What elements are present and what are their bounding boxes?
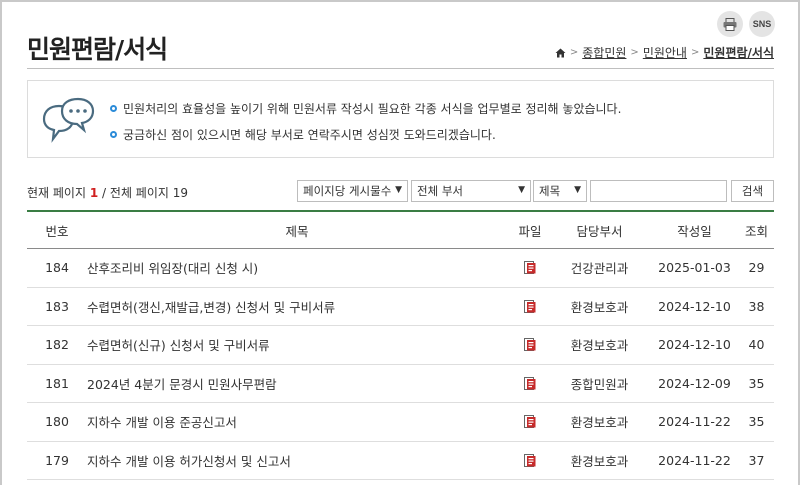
breadcrumb-item-general-civil[interactable]: 종합민원	[582, 44, 626, 61]
title-divider	[27, 68, 774, 69]
row-title: 수렵면허(갱신,재발급,변경) 신청서 및 구비서류	[87, 288, 507, 326]
row-no: 184	[45, 260, 69, 276]
attachment-file-icon[interactable]	[524, 299, 536, 313]
search-button[interactable]: 검색	[731, 180, 774, 202]
speech-bubbles-icon	[42, 97, 95, 143]
row-views: 29	[748, 260, 765, 276]
row-title-link[interactable]: 수렵면허(신규) 신청서 및 구비서류	[87, 335, 270, 354]
chevron-right-icon: >	[569, 47, 579, 58]
header-dept: 담당부서	[576, 223, 623, 239]
print-button[interactable]	[717, 11, 743, 37]
table-row: 182 수렵면허(신규) 신청서 및 구비서류 환경보호과 2024-12-10…	[27, 326, 774, 365]
row-no: 180	[45, 414, 69, 430]
row-no: 179	[45, 452, 69, 468]
board-table: 번호 제목 파일 담당부서 작성일 조회 184 산후조리비 위임장(대리 신청…	[27, 210, 774, 480]
row-views: 35	[748, 375, 765, 391]
current-page: 1	[89, 186, 99, 200]
row-date: 2024-11-22	[658, 452, 731, 468]
header-no: 번호	[45, 223, 69, 239]
row-file	[515, 442, 545, 480]
header-title: 제목	[285, 223, 309, 239]
attachment-file-icon[interactable]	[524, 453, 536, 467]
chevron-down-icon: ▼	[395, 185, 402, 195]
notice-line-2: 궁금하신 점이 있으시면 해당 부서로 연락주시면 성심껏 도와드리겠습니다.	[110, 126, 496, 143]
attachment-file-icon[interactable]	[524, 261, 536, 275]
table-row: 183 수렵면허(갱신,재발급,변경) 신청서 및 구비서류 환경보호과 202…	[27, 288, 774, 326]
row-file	[515, 403, 545, 441]
chevron-down-icon: ▼	[518, 185, 525, 195]
row-dept: 환경보호과	[570, 453, 629, 469]
row-file	[515, 365, 545, 403]
row-no: 181	[45, 375, 69, 391]
row-file	[515, 288, 545, 326]
table-row: 181 2024년 4분기 문경시 민원사무편람 종합민원과 2024-12-0…	[27, 365, 774, 403]
breadcrumb: > 종합민원 > 민원안내 > 민원편람/서식	[555, 44, 774, 61]
row-title-link[interactable]: 2024년 4분기 문경시 민원사무편람	[87, 374, 277, 393]
table-row: 180 지하수 개발 이용 준공신고서 환경보호과 2024-11-22 35	[27, 403, 774, 442]
page-title: 민원편람/서식	[27, 35, 168, 64]
row-date: 2024-12-09	[658, 375, 731, 391]
table-row: 184 산후조리비 위임장(대리 신청 시) 건강관리과 2025-01-03 …	[27, 249, 774, 288]
row-dept: 환경보호과	[570, 415, 629, 431]
header-date: 작성일	[677, 223, 712, 239]
header-views: 조회	[744, 223, 768, 239]
attachment-file-icon[interactable]	[524, 338, 536, 352]
row-no: 182	[45, 337, 69, 353]
row-views: 40	[748, 337, 765, 353]
row-date: 2024-12-10	[658, 337, 731, 353]
row-file	[515, 326, 545, 364]
bullet-icon	[110, 131, 117, 138]
chevron-right-icon: >	[630, 47, 639, 58]
row-date: 2025-01-03	[658, 260, 731, 276]
row-dept: 건강관리과	[570, 261, 629, 277]
per-page-select[interactable]: 페이지당 게시물수 ▼	[297, 180, 408, 202]
department-select[interactable]: 전체 부서 ▼	[411, 180, 531, 202]
row-title: 지하수 개발 이용 허가신청서 및 신고서	[87, 442, 507, 480]
row-title: 산후조리비 위임장(대리 신청 시)	[87, 249, 507, 287]
search-field-select[interactable]: 제목 ▼	[533, 180, 587, 202]
row-title-link[interactable]: 지하수 개발 이용 준공신고서	[87, 412, 237, 431]
notice-box: 민원처리의 효율성을 높이기 위해 민원서류 작성시 필요한 각종 서식을 업무…	[27, 80, 774, 158]
row-file	[515, 249, 545, 287]
row-dept: 환경보호과	[570, 299, 629, 315]
home-icon[interactable]	[555, 48, 566, 58]
attachment-file-icon[interactable]	[524, 376, 536, 390]
row-date: 2024-11-22	[658, 414, 731, 430]
chevron-right-icon: >	[690, 47, 700, 58]
page-info: 현재 페이지 1 / 전체 페이지 19	[27, 186, 189, 200]
row-date: 2024-12-10	[658, 298, 731, 314]
row-title-link[interactable]: 수렵면허(갱신,재발급,변경) 신청서 및 구비서류	[87, 297, 335, 316]
table-header-row: 번호 제목 파일 담당부서 작성일 조회	[27, 212, 774, 249]
bullet-icon	[110, 105, 117, 112]
attachment-file-icon[interactable]	[524, 415, 536, 429]
row-title-link[interactable]: 산후조리비 위임장(대리 신청 시)	[87, 258, 258, 277]
row-views: 38	[748, 298, 765, 314]
header-file: 파일	[518, 223, 542, 239]
sns-button[interactable]: SNS	[749, 11, 775, 37]
printer-icon	[723, 17, 737, 31]
row-views: 37	[748, 452, 765, 468]
search-input[interactable]	[590, 180, 727, 202]
table-row: 179 지하수 개발 이용 허가신청서 및 신고서 환경보호과 2024-11-…	[27, 442, 774, 480]
chevron-down-icon: ▼	[574, 185, 581, 195]
row-dept: 종합민원과	[570, 376, 629, 392]
breadcrumb-item-civil-guide[interactable]: 민원안내	[643, 44, 687, 61]
row-title: 지하수 개발 이용 준공신고서	[87, 403, 507, 441]
table-body: 184 산후조리비 위임장(대리 신청 시) 건강관리과 2025-01-03 …	[27, 249, 774, 480]
row-no: 183	[45, 298, 69, 314]
breadcrumb-item-current[interactable]: 민원편람/서식	[703, 44, 774, 61]
notice-line-1: 민원처리의 효율성을 높이기 위해 민원서류 작성시 필요한 각종 서식을 업무…	[110, 100, 621, 117]
row-title-link[interactable]: 지하수 개발 이용 허가신청서 및 신고서	[87, 451, 291, 470]
row-views: 35	[748, 414, 765, 430]
row-title: 2024년 4분기 문경시 민원사무편람	[87, 365, 507, 403]
row-dept: 환경보호과	[570, 338, 629, 354]
row-title: 수렵면허(신규) 신청서 및 구비서류	[87, 326, 507, 364]
